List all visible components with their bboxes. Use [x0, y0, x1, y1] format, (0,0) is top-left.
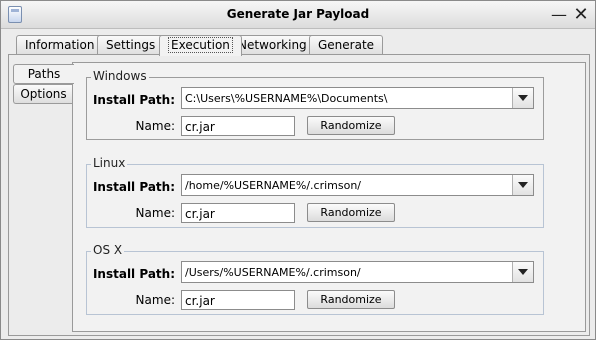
- minimize-button[interactable]: —: [549, 5, 569, 25]
- group-legend: Linux: [91, 156, 128, 170]
- install-path-value: C:\Users\%USERNAME%\Documents\: [185, 92, 388, 105]
- tab-label: Generate: [318, 38, 375, 52]
- group-legend: Windows: [91, 69, 149, 83]
- tab-label: Settings: [106, 38, 156, 52]
- name-label: Name:: [135, 293, 175, 307]
- tab-label: Execution: [168, 37, 233, 53]
- group-legend: OS X: [91, 243, 125, 257]
- install-path-value: /Users/%USERNAME%/.crimson/: [185, 266, 361, 279]
- install-path-label: Install Path:: [92, 180, 175, 194]
- osx-group: OS X Install Path: /Users/%USERNAME%/.cr…: [86, 243, 544, 315]
- tab-networking[interactable]: Networking: [229, 35, 316, 55]
- install-path-combo[interactable]: /Users/%USERNAME%/.crimson/: [181, 261, 534, 283]
- close-button[interactable]: ✕: [571, 5, 591, 25]
- name-label: Name:: [135, 206, 175, 220]
- name-value: cr.jar: [185, 120, 215, 134]
- install-path-value: /home/%USERNAME%/.crimson/: [185, 179, 362, 192]
- chevron-down-icon[interactable]: [512, 88, 533, 108]
- generate-jar-payload-window: Generate Jar Payload — ✕ Information Set…: [0, 0, 596, 340]
- name-field[interactable]: cr.jar: [181, 203, 295, 223]
- install-path-label: Install Path:: [92, 93, 175, 107]
- tab-execution[interactable]: Execution: [159, 35, 242, 56]
- name-field[interactable]: cr.jar: [181, 290, 295, 310]
- linux-group: Linux Install Path: /home/%USERNAME%/.cr…: [86, 156, 544, 228]
- side-tab-options[interactable]: Options: [13, 84, 73, 104]
- tab-label: Information: [25, 38, 95, 52]
- chevron-down-icon[interactable]: [512, 262, 533, 282]
- tab-settings[interactable]: Settings: [97, 35, 165, 55]
- install-path-combo[interactable]: /home/%USERNAME%/.crimson/: [181, 174, 534, 196]
- install-path-combo[interactable]: C:\Users\%USERNAME%\Documents\: [181, 87, 534, 109]
- name-value: cr.jar: [185, 294, 215, 308]
- windows-group: Windows Install Path: C:\Users\%USERNAME…: [86, 69, 544, 140]
- side-tab-label: Paths: [27, 67, 61, 81]
- name-field[interactable]: cr.jar: [181, 116, 295, 136]
- side-tab-paths[interactable]: Paths: [13, 64, 74, 84]
- name-label: Name:: [135, 119, 175, 133]
- tab-label: Networking: [238, 38, 307, 52]
- install-path-label: Install Path:: [92, 267, 175, 281]
- chevron-down-icon[interactable]: [512, 175, 533, 195]
- window-title: Generate Jar Payload: [226, 7, 370, 21]
- title-bar[interactable]: Generate Jar Payload — ✕: [1, 1, 595, 29]
- side-tab-label: Options: [20, 87, 67, 101]
- name-value: cr.jar: [185, 207, 215, 221]
- randomize-button[interactable]: Randomize: [307, 116, 395, 135]
- tab-information[interactable]: Information: [16, 35, 104, 55]
- randomize-button[interactable]: Randomize: [307, 203, 395, 222]
- tab-generate[interactable]: Generate: [309, 35, 384, 55]
- randomize-button[interactable]: Randomize: [307, 290, 395, 309]
